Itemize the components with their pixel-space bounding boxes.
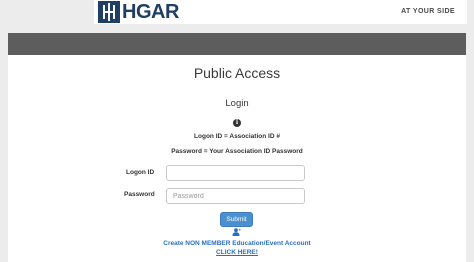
password-input[interactable] (166, 188, 305, 204)
logo-text: HGAR (122, 1, 179, 23)
hgar-logo[interactable]: HGAR (98, 1, 179, 23)
logon-hint: Logon ID = Association ID # (194, 133, 280, 140)
login-heading: Login (225, 98, 249, 109)
create-account-link[interactable]: Create NON MEMBER Education/Event Accoun… (8, 240, 466, 247)
logon-id-input[interactable] (166, 165, 305, 181)
brand-bar: HGAR AT YOUR SIDE (94, 0, 467, 24)
submit-button[interactable]: Submit (220, 212, 253, 227)
password-hint: Password = Your Association ID Password (171, 148, 303, 155)
page-title: Public Access (193, 65, 281, 81)
password-label: Password (124, 191, 155, 198)
click-here-link[interactable]: CLICK HERE! (8, 249, 466, 256)
info-icon: i (233, 119, 241, 127)
user-icon (232, 228, 241, 236)
header-bar (8, 33, 466, 55)
login-panel: Public Access Login i Logon ID = Associa… (8, 55, 466, 262)
hgar-logo-mark-icon (98, 1, 120, 23)
logon-id-label: Logon ID (126, 169, 155, 176)
tagline: AT YOUR SIDE (401, 8, 455, 15)
